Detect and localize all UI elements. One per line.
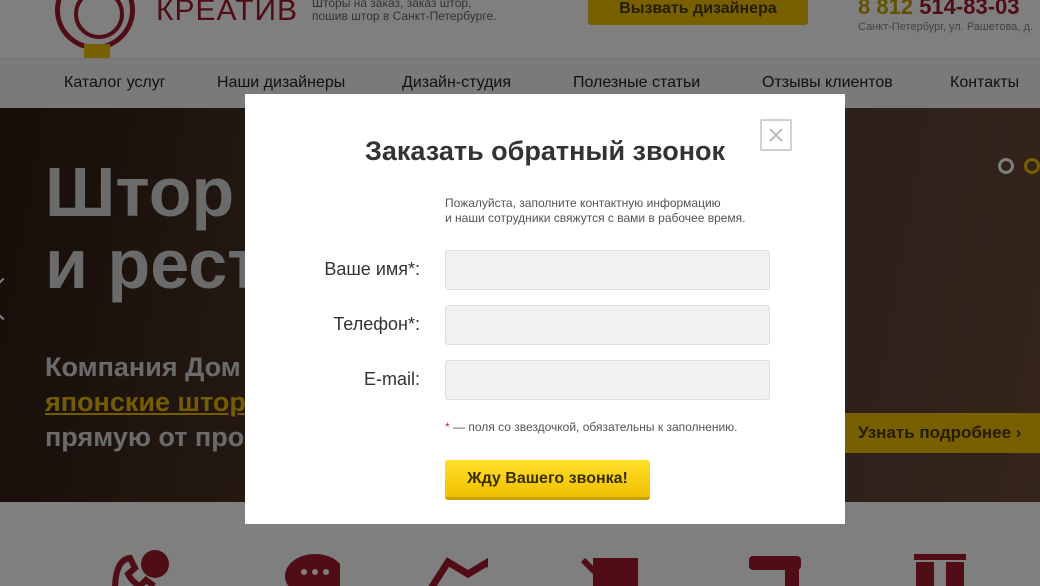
form-row-phone: Телефон*: xyxy=(245,305,845,345)
form-row-name: Ваше имя*: xyxy=(245,250,845,290)
submit-callback-button[interactable]: Жду Вашего звонка! xyxy=(445,460,650,500)
phone-label: Телефон*: xyxy=(333,314,420,334)
modal-desc-line-2: и наши сотрудники свяжутся с вами в рабо… xyxy=(445,211,746,225)
form-row-email: E-mail: xyxy=(245,360,845,400)
name-field[interactable] xyxy=(445,250,770,290)
phone-field[interactable] xyxy=(445,305,770,345)
callback-modal: Заказать обратный звонок Пожалуйста, зап… xyxy=(245,94,845,524)
modal-description: Пожалуйста, заполните контактную информа… xyxy=(445,196,746,226)
email-field[interactable] xyxy=(445,360,770,400)
required-note: * — поля со звездочкой, обязательны к за… xyxy=(445,420,738,434)
email-label: E-mail: xyxy=(363,369,420,389)
required-note-text: — поля со звездочкой, обязательны к запо… xyxy=(449,420,738,434)
modal-desc-line-1: Пожалуйста, заполните контактную информа… xyxy=(445,196,721,210)
name-label: Ваше имя*: xyxy=(324,259,420,279)
modal-title: Заказать обратный звонок xyxy=(364,136,726,166)
